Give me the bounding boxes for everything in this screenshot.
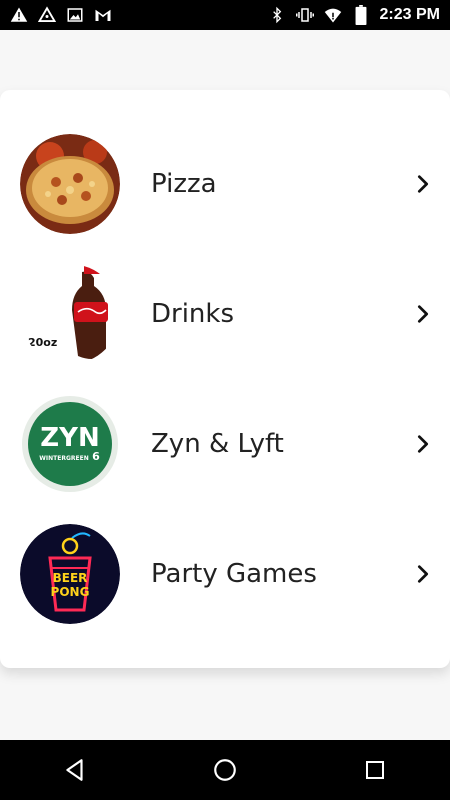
triangle-warning-icon xyxy=(38,6,56,24)
beer-text: BEER xyxy=(53,571,88,585)
coca-cola-bottle-image: 20oz xyxy=(20,264,120,364)
chevron-right-icon xyxy=(412,433,434,455)
pizza-image xyxy=(20,134,120,234)
chevron-right-icon xyxy=(412,173,434,195)
back-icon[interactable] xyxy=(55,750,95,790)
home-icon[interactable] xyxy=(205,750,245,790)
list-item-label: Drinks xyxy=(151,299,235,329)
zyn-strength-text: 6 xyxy=(92,450,100,463)
beer-pong-image: BEER PONG xyxy=(20,524,120,624)
wifi-icon xyxy=(324,6,342,24)
status-bar: 2:23 PM xyxy=(0,0,450,30)
bluetooth-icon xyxy=(268,6,286,24)
zyn-flavor-text: WINTERGREEN xyxy=(39,455,88,462)
bottle-size-badge: 20oz xyxy=(28,336,57,349)
list-item-zyn-lyft[interactable]: ZYN WINTERGREEN 6 Zyn & Lyft xyxy=(0,384,450,504)
zyn-tin-image: ZYN WINTERGREEN 6 xyxy=(20,394,120,494)
navigation-bar xyxy=(0,740,450,800)
main-content: Pizza 20oz Drinks ZYN WINTERGREEN 6 Zyn … xyxy=(0,30,450,740)
image-icon xyxy=(66,6,84,24)
status-time: 2:23 PM xyxy=(379,6,440,23)
battery-icon xyxy=(352,5,370,25)
list-item-party-games[interactable]: BEER PONG Party Games xyxy=(0,514,450,634)
list-item-pizza[interactable]: Pizza xyxy=(0,124,450,244)
chevron-right-icon xyxy=(412,563,434,585)
zyn-brand-text: ZYN xyxy=(40,423,99,453)
list-item-label: Pizza xyxy=(151,169,217,199)
status-left-icons xyxy=(10,6,112,24)
status-right-icons: 2:23 PM xyxy=(268,5,440,25)
pong-text: PONG xyxy=(51,585,90,599)
list-item-label: Party Games xyxy=(151,559,317,589)
list-item-label: Zyn & Lyft xyxy=(151,429,284,459)
gmail-icon xyxy=(94,6,112,24)
category-card: Pizza 20oz Drinks ZYN WINTERGREEN 6 Zyn … xyxy=(0,90,450,668)
recent-apps-icon[interactable] xyxy=(355,750,395,790)
list-item-drinks[interactable]: 20oz Drinks xyxy=(0,254,450,374)
warning-icon xyxy=(10,6,28,24)
vibrate-icon xyxy=(295,6,314,24)
chevron-right-icon xyxy=(412,303,434,325)
